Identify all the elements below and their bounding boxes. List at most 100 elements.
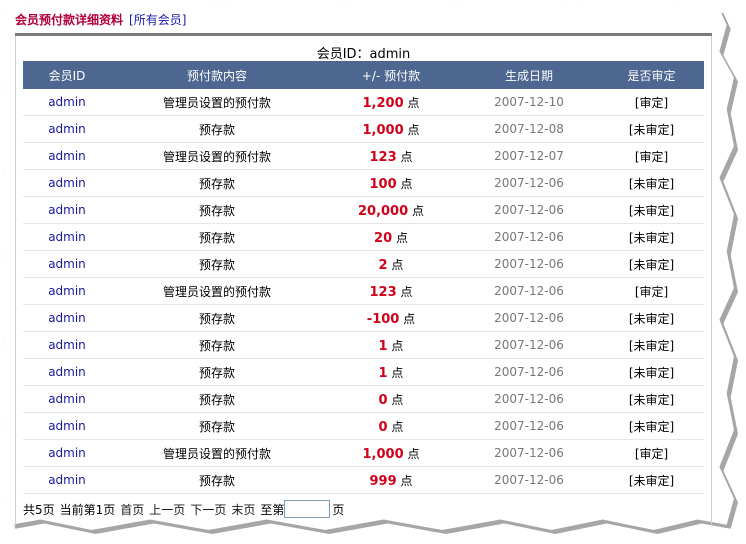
amount-unit: 点 [411, 203, 424, 218]
table-row: admin 管理员设置的预付款 1,200 点 2007-12-10 [审定] [23, 89, 704, 116]
amount-value: 0 [378, 392, 388, 408]
status-link[interactable]: [未审定] [599, 412, 704, 440]
table-row: admin 预存款 0 点 2007-12-06 [未审定] [23, 385, 704, 413]
current-page: 当前第1页 [59, 502, 116, 517]
prev-page-link[interactable]: 上一页 [149, 501, 185, 518]
table-row: admin 预存款 20 点 2007-12-06 [未审定] [23, 223, 704, 251]
status-link[interactable]: [未审定] [599, 304, 704, 332]
content-cell: 管理员设置的预付款 [111, 277, 323, 305]
date-cell: 2007-12-06 [459, 304, 599, 332]
amount-unit: 点 [403, 311, 416, 326]
member-id-link[interactable]: admin [23, 277, 111, 305]
amount-unit: 点 [391, 392, 404, 407]
status-link[interactable]: [未审定] [599, 250, 704, 278]
status-link[interactable]: [审定] [599, 89, 704, 116]
member-id-link[interactable]: admin [23, 385, 111, 413]
total-pages: 共5页 [23, 502, 55, 517]
date-cell: 2007-12-10 [459, 89, 599, 116]
goto-suffix: 页 [332, 502, 345, 517]
table-row: admin 预存款 100 点 2007-12-06 [未审定] [23, 169, 704, 197]
amount-unit: 点 [391, 257, 404, 272]
member-id-link[interactable]: admin [23, 466, 111, 494]
amount-value: 1 [378, 365, 388, 381]
amount-cell: 1 点 [323, 331, 459, 359]
amount-unit: 点 [400, 149, 413, 164]
table-row: admin 预存款 2 点 2007-12-06 [未审定] [23, 250, 704, 278]
status-link[interactable]: [未审定] [599, 115, 704, 143]
date-cell: 2007-12-06 [459, 277, 599, 305]
amount-cell: 1,200 点 [323, 89, 459, 116]
status-link[interactable]: [未审定] [599, 466, 704, 494]
member-id-link[interactable]: admin [23, 439, 111, 467]
table-row: admin 预存款 1 点 2007-12-06 [未审定] [23, 331, 704, 359]
status-link[interactable]: [审定] [599, 439, 704, 467]
column-header-content: 预付款内容 [111, 61, 323, 89]
amount-unit: 点 [407, 122, 420, 137]
status-link[interactable]: [未审定] [599, 331, 704, 359]
amount-cell: 100 点 [323, 169, 459, 197]
goto-page-input[interactable] [284, 500, 331, 518]
member-id-link[interactable]: admin [23, 196, 111, 224]
content-cell: 管理员设置的预付款 [111, 89, 323, 116]
amount-unit: 点 [400, 284, 413, 299]
content-cell: 预存款 [111, 196, 323, 224]
content-cell: 预存款 [111, 169, 323, 197]
pagination: 共5页 当前第1页 首页 上一页 下一页 末页 至第 页 [23, 500, 349, 518]
amount-value: 1,200 [362, 95, 404, 111]
first-page-link[interactable]: 首页 [120, 501, 144, 518]
member-id-link[interactable]: admin [23, 250, 111, 278]
amount-cell: -100 点 [323, 304, 459, 332]
date-cell: 2007-12-06 [459, 385, 599, 413]
amount-unit: 点 [391, 365, 404, 380]
date-cell: 2007-12-07 [459, 142, 599, 170]
amount-unit: 点 [400, 473, 413, 488]
amount-cell: 123 点 [323, 142, 459, 170]
date-cell: 2007-12-06 [459, 412, 599, 440]
member-id-link[interactable]: admin [23, 89, 111, 116]
table-row: admin 预存款 1 点 2007-12-06 [未审定] [23, 358, 704, 386]
amount-value: 1,000 [362, 122, 404, 138]
date-cell: 2007-12-06 [459, 196, 599, 224]
content-cell: 预存款 [111, 115, 323, 143]
date-cell: 2007-12-06 [459, 466, 599, 494]
next-page-link[interactable]: 下一页 [190, 501, 226, 518]
page-header: 会员预付款详细资料 [所有会员] [15, 11, 186, 31]
status-link[interactable]: [未审定] [599, 385, 704, 413]
status-link[interactable]: [未审定] [599, 358, 704, 386]
table-row: admin 管理员设置的预付款 123 点 2007-12-06 [审定] [23, 277, 704, 305]
date-cell: 2007-12-06 [459, 439, 599, 467]
amount-value: 999 [369, 473, 397, 489]
amount-unit: 点 [395, 230, 408, 245]
member-id-link[interactable]: admin [23, 358, 111, 386]
status-link[interactable]: [未审定] [599, 169, 704, 197]
member-id-link[interactable]: admin [23, 304, 111, 332]
content-cell: 预存款 [111, 223, 323, 251]
amount-cell: 2 点 [323, 250, 459, 278]
last-page-link[interactable]: 末页 [231, 501, 255, 518]
member-id-link[interactable]: admin [23, 169, 111, 197]
amount-unit: 点 [391, 419, 404, 434]
amount-cell: 0 点 [323, 385, 459, 413]
member-id-link[interactable]: admin [23, 115, 111, 143]
status-link[interactable]: [审定] [599, 277, 704, 305]
amount-value: 0 [378, 419, 388, 435]
status-link[interactable]: [未审定] [599, 196, 704, 224]
date-cell: 2007-12-06 [459, 169, 599, 197]
amount-unit: 点 [391, 338, 404, 353]
member-id-link[interactable]: admin [23, 223, 111, 251]
member-id-link[interactable]: admin [23, 142, 111, 170]
amount-cell: 1 点 [323, 358, 459, 386]
status-link[interactable]: [审定] [599, 142, 704, 170]
amount-unit: 点 [400, 176, 413, 191]
all-members-link[interactable]: [所有会员] [129, 13, 186, 27]
member-id-link[interactable]: admin [23, 331, 111, 359]
prepayment-table: 会员ID 预付款内容 +/- 预付款 生成日期 是否审定 admin 管理员设置的… [23, 61, 704, 494]
amount-value: 20,000 [357, 203, 409, 219]
date-cell: 2007-12-06 [459, 331, 599, 359]
content-cell: 管理员设置的预付款 [111, 142, 323, 170]
amount-cell: 123 点 [323, 277, 459, 305]
amount-value: -100 [366, 311, 400, 327]
member-id-link[interactable]: admin [23, 412, 111, 440]
status-link[interactable]: [未审定] [599, 223, 704, 251]
amount-cell: 20 点 [323, 223, 459, 251]
